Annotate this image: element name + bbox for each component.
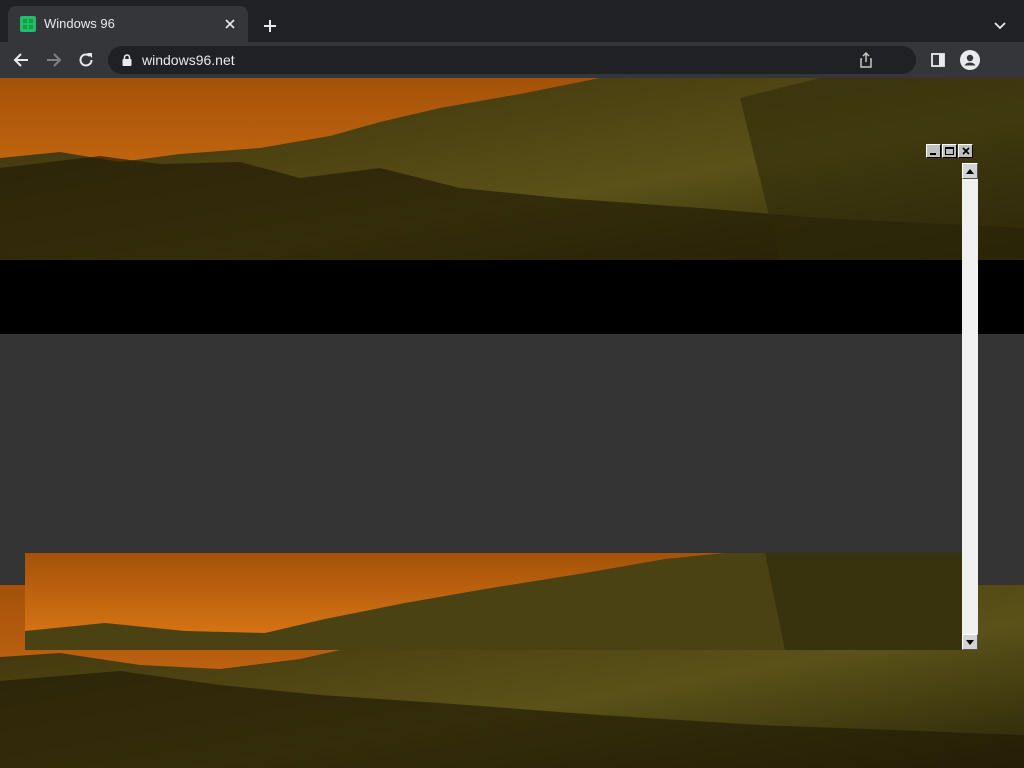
tab-strip: Windows 96 [0,0,1024,42]
maximize-button[interactable] [942,144,957,158]
plus-icon[interactable] [258,14,282,38]
close-icon[interactable] [220,14,240,34]
forward-arrow-icon[interactable] [42,48,66,72]
minimize-button[interactable] [926,144,941,158]
tab-windows96[interactable]: Windows 96 [8,6,248,42]
tab-title: Windows 96 [44,16,115,31]
address-bar[interactable]: windows96.net [108,46,916,74]
browser-toolbar: windows96.net [0,42,1024,78]
desktop-wallpaper-strip [25,553,965,650]
desktop-wallpaper-top [0,78,1024,260]
back-arrow-icon[interactable] [9,48,33,72]
close-button[interactable] [958,144,973,158]
page-viewport [0,78,1024,768]
windows96-logo-icon [20,16,36,32]
scroll-up-button[interactable] [962,163,978,179]
content-area-left [0,553,25,585]
scroll-down-button[interactable] [962,634,978,650]
share-icon[interactable] [858,51,874,68]
side-panel-icon[interactable] [926,48,950,72]
black-band [0,260,1024,334]
reload-icon[interactable] [74,48,98,72]
lock-icon[interactable] [120,53,134,67]
window-controls [926,144,973,158]
content-area [0,334,1024,553]
url-text: windows96.net [142,52,235,68]
profile-icon[interactable] [958,48,982,72]
chevron-down-icon[interactable] [988,14,1012,38]
vertical-scrollbar[interactable] [962,163,978,650]
